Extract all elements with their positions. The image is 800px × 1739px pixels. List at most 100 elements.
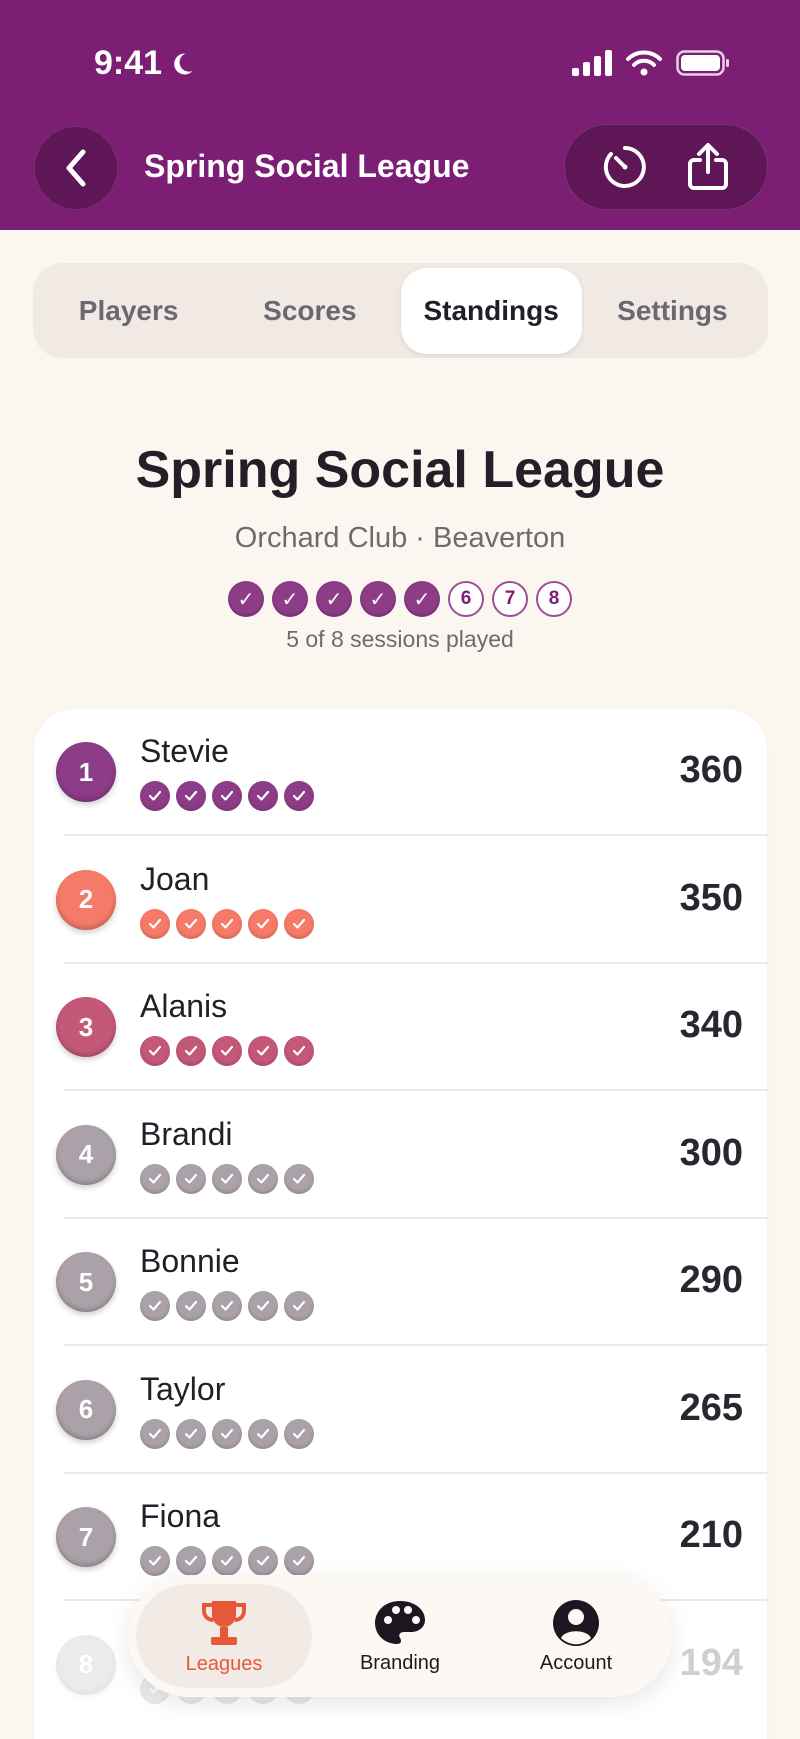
nav-header: 9:41 Spring Social League [0,0,800,230]
checkmark-icon [212,781,242,811]
checkmark-icon [248,1163,278,1194]
player-name: Bonnie [140,1243,240,1279]
session-dot-upcoming: 7 [492,581,528,617]
cellular-signal-icon [572,50,612,76]
palette-icon [375,1600,425,1644]
player-score: 194 [679,1641,743,1684]
checkmark-icon [176,1163,206,1194]
rank-badge: 8 [56,1634,116,1695]
tab-scores[interactable]: Scores [219,268,400,354]
checkmark-icon [140,1291,170,1321]
attendance-dots [140,908,314,939]
standings-row[interactable]: 6 Taylor 265 [34,1347,767,1474]
session-dot-upcoming: 6 [448,581,484,617]
player-score: 340 [679,1004,743,1046]
moon-icon [174,52,193,74]
player-score: 350 [679,876,743,919]
checkmark-icon [176,1036,206,1066]
checkmark-icon [284,1163,314,1194]
standings-row[interactable]: 3 Alanis 340 [34,964,767,1091]
tab-players[interactable]: Players [38,268,219,354]
standings-row[interactable]: 2 Joan 350 [34,837,767,964]
standings-row[interactable]: 4 Brandi 300 [34,1092,767,1219]
back-button[interactable] [34,126,118,210]
checkmark-icon [176,908,206,939]
rank-badge: 7 [56,1507,116,1567]
attendance-dots [140,1546,314,1576]
player-name: Stevie [140,733,229,769]
tab-branding[interactable]: Branding [312,1584,488,1688]
league-location: Orchard Club · Beaverton [234,522,566,554]
checkmark-icon [140,1546,170,1576]
battery-icon [676,50,729,76]
checkmark-icon [140,781,170,811]
player-name: Joan [140,860,210,897]
checkmark-icon [284,1036,314,1066]
checkmark-icon [248,1546,278,1576]
status-icons [572,50,730,76]
rank-badge: 1 [56,742,116,802]
checkmark-icon [212,1036,242,1066]
attendance-dots [140,781,314,811]
wifi-icon [626,50,662,76]
rank-badge: 5 [56,1252,116,1312]
account-icon [553,1599,599,1646]
tab-bar: Leagues Branding Account [128,1575,672,1697]
rank-badge: 4 [56,1124,116,1185]
header-actions [564,124,768,210]
checkmark-icon [176,1291,206,1321]
player-name: Fiona [140,1498,221,1534]
timer-button[interactable] [595,137,655,197]
checkmark-icon [176,1546,206,1576]
session-dot-played: ✓ [404,581,440,617]
timer-icon [603,146,646,188]
share-button[interactable] [678,137,738,197]
checkmark-icon [212,1163,242,1194]
tab-account[interactable]: Account [488,1584,664,1688]
checkmark-icon [212,1546,242,1576]
checkmark-icon [284,908,314,939]
standings-row[interactable]: 1 Stevie 360 [34,709,767,836]
sessions-caption: 5 of 8 sessions played [286,626,514,652]
checkmark-icon [284,1546,314,1576]
tab-settings[interactable]: Settings [582,268,763,354]
player-name: Taylor [140,1370,226,1407]
session-dot-played: ✓ [272,581,308,617]
player-name: Brandi [140,1115,233,1152]
attendance-dots [140,1036,314,1066]
session-dot-upcoming: 8 [536,581,572,617]
session-dot-played: ✓ [316,581,352,617]
rank-badge: 6 [56,1379,116,1440]
checkmark-icon [140,908,170,939]
checkmark-icon [140,1163,170,1194]
checkmark-icon [248,1418,278,1449]
trophy-icon [202,1600,246,1645]
checkmark-icon [140,1418,170,1449]
league-title: Spring Social League [135,441,665,499]
session-progress: ✓ ✓ ✓ ✓ ✓ 6 7 8 [0,581,800,617]
segmented-control: Players Scores Standings Settings [33,263,768,358]
checkmark-icon [140,1036,170,1066]
player-score: 210 [679,1514,743,1556]
status-time: 9:41 [94,44,196,83]
chevron-left-icon [66,149,86,187]
rank-badge: 2 [56,869,116,930]
checkmark-icon [176,1418,206,1449]
share-icon [687,143,728,190]
checkmark-icon [248,1036,278,1066]
attendance-dots [140,1163,314,1194]
checkmark-icon [248,781,278,811]
attendance-dots [140,1291,314,1321]
attendance-dots [140,1418,314,1449]
session-dot-played: ✓ [228,581,264,617]
player-score: 290 [679,1259,743,1301]
checkmark-icon [176,781,206,811]
checkmark-icon [212,1291,242,1321]
checkmark-icon [248,1291,278,1321]
player-name: Alanis [140,988,228,1024]
tab-leagues[interactable]: Leagues [136,1584,312,1688]
checkmark-icon [212,1418,242,1449]
standings-row[interactable]: 5 Bonnie 290 [34,1219,767,1346]
tab-standings[interactable]: Standings [400,267,582,354]
checkmark-icon [248,908,278,939]
